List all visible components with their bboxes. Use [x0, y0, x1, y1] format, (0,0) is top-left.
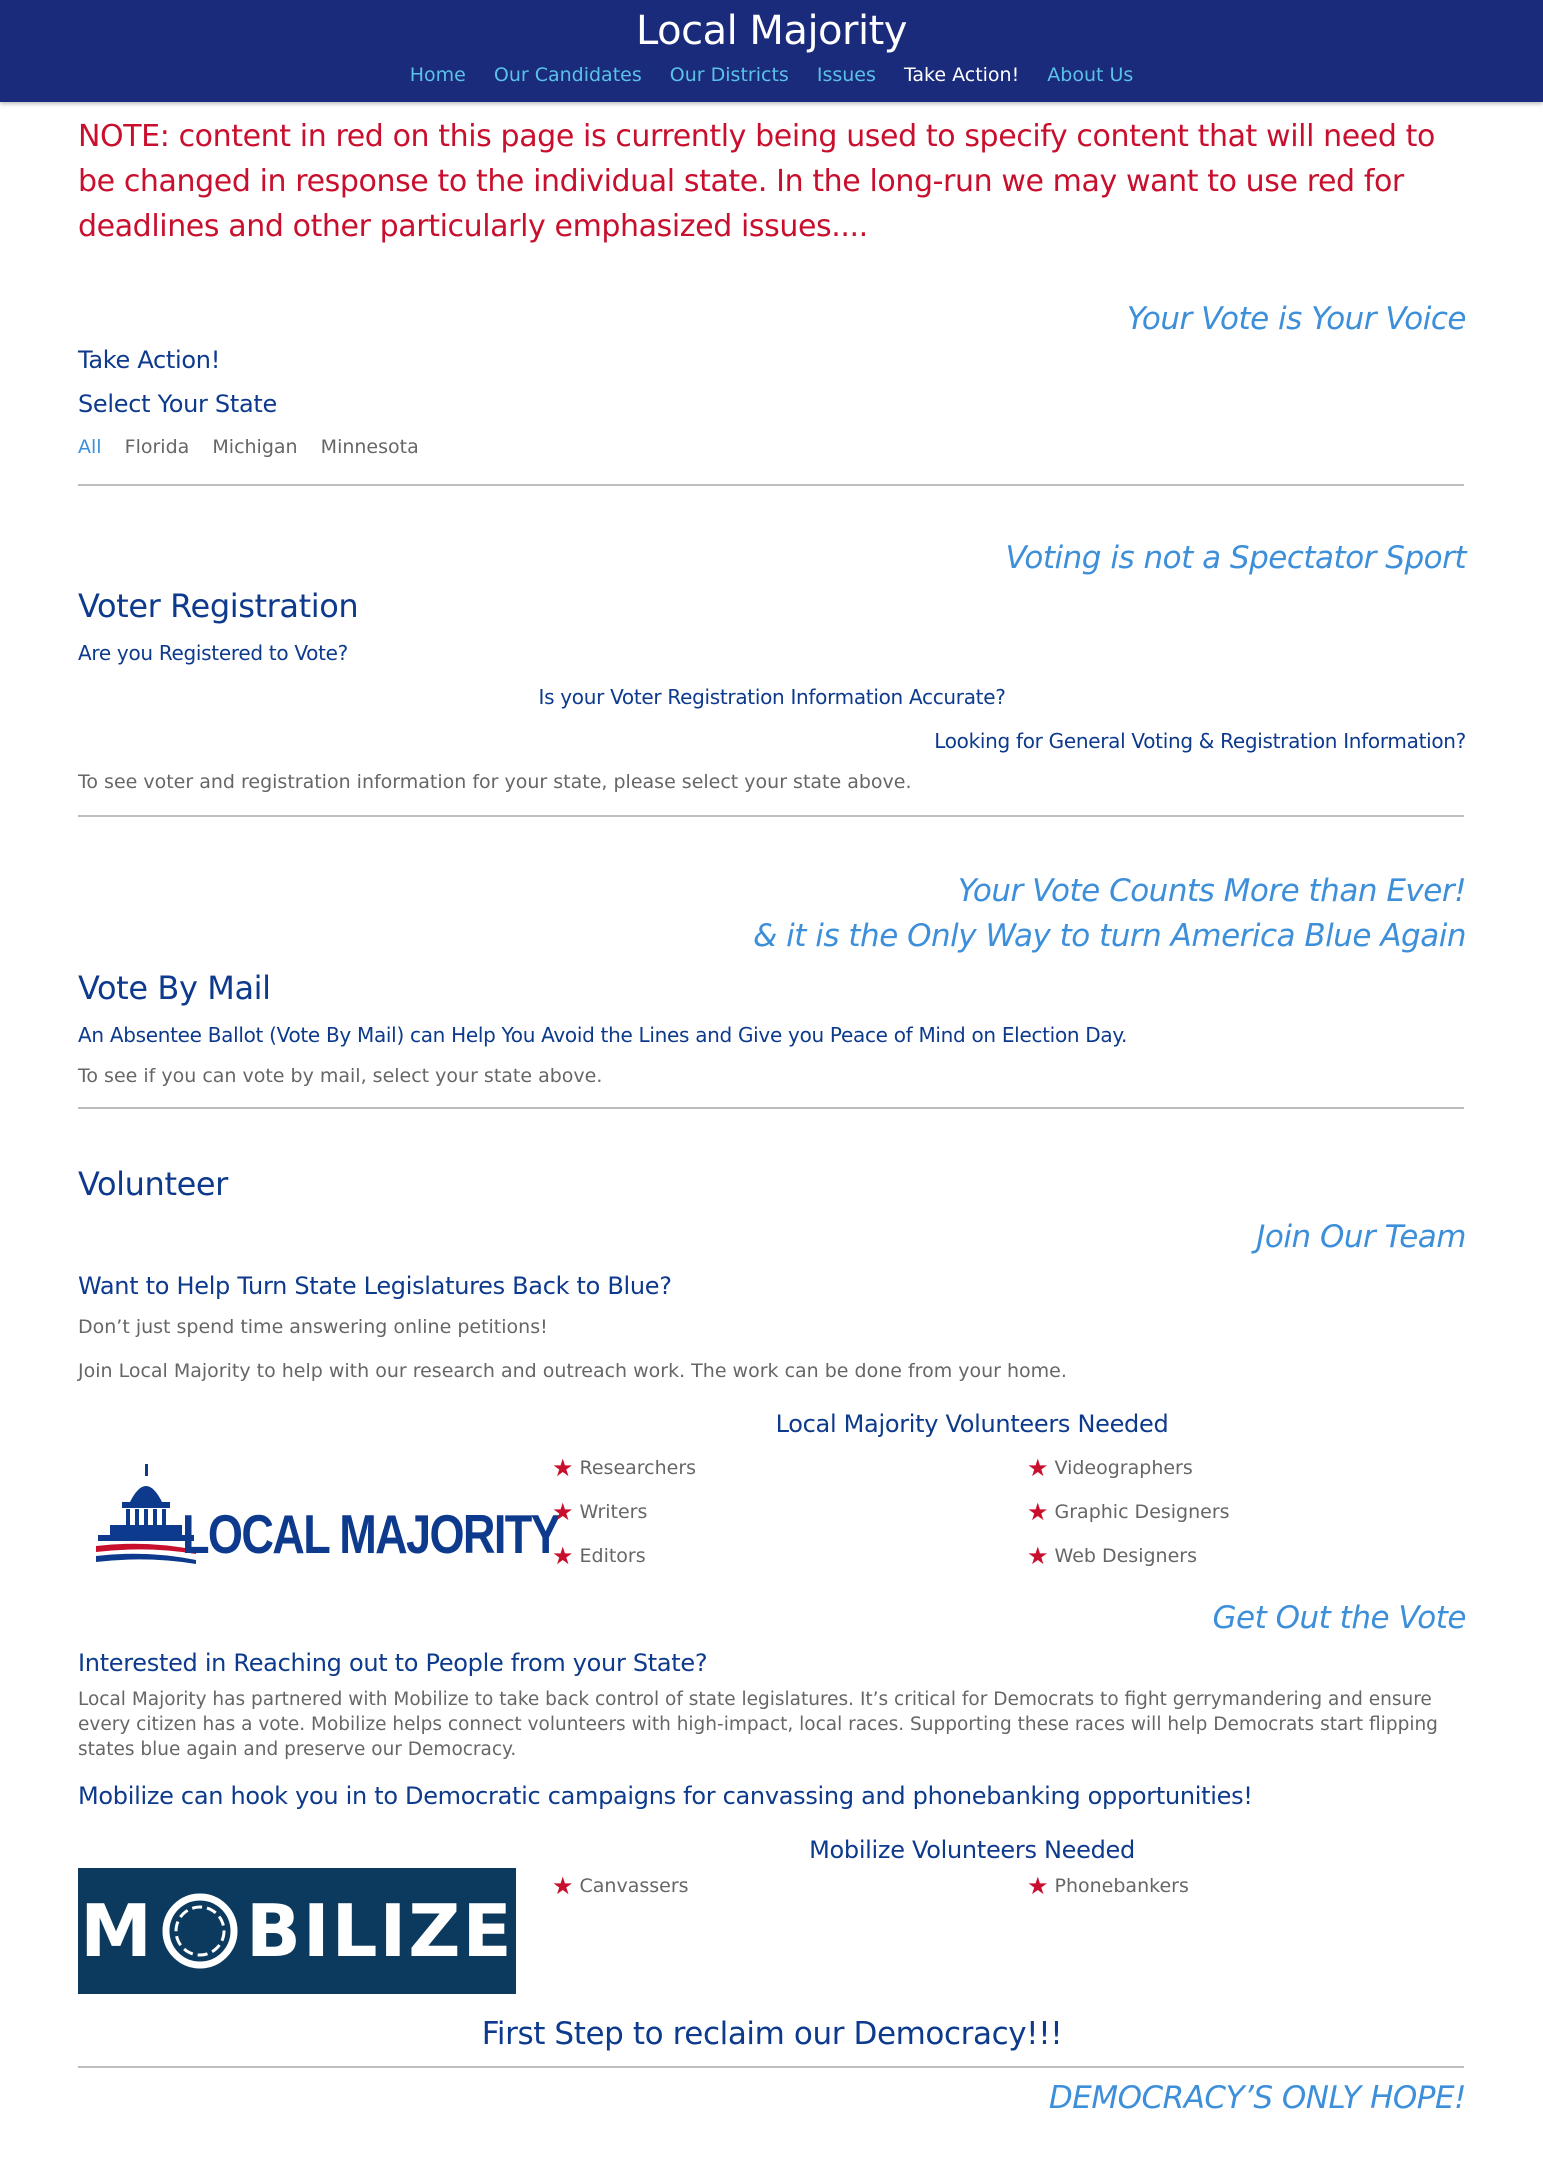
- tagline-join-team: Join Our Team: [1256, 1219, 1466, 1255]
- divider: [78, 2066, 1464, 2068]
- lm-volunteer-block: LOCAL MAJORITY Local Majority Volunteers…: [78, 1410, 1466, 1596]
- state-filter: All Florida Michigan Minnesota: [78, 436, 1466, 458]
- tagline-vote-counts: Your Vote Counts More than Ever!: [957, 873, 1467, 909]
- first-step-heading: First Step to reclaim our Democracy!!!: [481, 2016, 1063, 2052]
- nav-about-us[interactable]: About Us: [1047, 64, 1133, 86]
- volunteer-subheading: Want to Help Turn State Legislatures Bac…: [78, 1272, 672, 1300]
- mobilize-volunteers-needed-title: Mobilize Volunteers Needed: [809, 1836, 1135, 1864]
- join-text: Join Local Majority to help with our res…: [78, 1360, 1067, 1382]
- mobilize-logo: M BILIZE: [78, 1868, 516, 1994]
- star-icon: ★: [1027, 1498, 1049, 1526]
- divider: [78, 1107, 1464, 1109]
- state-filter-florida[interactable]: Florida: [125, 436, 190, 458]
- mobilize-volunteer-block: M BILIZE Mobilize Volunteers Needed ★ Can…: [78, 1836, 1466, 2006]
- capitol-dome-icon: [96, 1464, 196, 1564]
- red-note: NOTE: content in red on this page is cur…: [78, 119, 1435, 244]
- take-action-heading: Take Action!: [78, 346, 221, 374]
- nav-our-districts[interactable]: Our Districts: [670, 64, 789, 86]
- nav-our-candidates[interactable]: Our Candidates: [494, 64, 642, 86]
- nav-take-action[interactable]: Take Action!: [904, 64, 1019, 86]
- voter-registration-heading: Voter Registration: [78, 587, 359, 625]
- role-writers: ★ Writers: [552, 1500, 1027, 1524]
- vote-by-mail-heading: Vote By Mail: [78, 969, 271, 1007]
- mobilize-ring-icon: [162, 1893, 238, 1969]
- tagline-spectator-sport: Voting is not a Spectator Sport: [1005, 540, 1467, 576]
- role-graphic-designers: ★ Graphic Designers: [1027, 1500, 1502, 1524]
- role-researchers: ★ Researchers: [552, 1456, 1027, 1480]
- tagline-blue-again: & it is the Only Way to turn America Blu…: [753, 918, 1466, 954]
- role-label: Editors: [579, 1545, 646, 1567]
- mobilize-partner-text: Local Majority has partnered with Mobili…: [78, 1689, 1438, 1760]
- lm-volunteer-roles: ★ Researchers ★ Videographers ★ Writers ★ Gr…: [552, 1456, 1502, 1568]
- lm-volunteers-needed-title: Local Majority Volunteers Needed: [775, 1410, 1169, 1438]
- state-filter-michigan[interactable]: Michigan: [212, 436, 297, 458]
- role-canvassers: ★ Canvassers: [552, 1874, 1027, 1898]
- page-content: NOTE: content in red on this page is cur…: [78, 114, 1467, 2121]
- star-icon: ★: [552, 1454, 574, 1482]
- role-phonebankers: ★ Phonebankers: [1027, 1874, 1502, 1898]
- star-icon: ★: [552, 1872, 574, 1900]
- accurate-question[interactable]: Is your Voter Registration Information A…: [78, 685, 1466, 709]
- vote-by-mail-text: To see if you can vote by mail, select y…: [78, 1065, 603, 1087]
- mobilize-volunteer-roles: ★ Canvassers ★ Phonebankers: [552, 1874, 1502, 1898]
- divider: [78, 815, 1464, 817]
- volunteer-heading: Volunteer: [78, 1165, 228, 1203]
- role-label: Writers: [579, 1501, 648, 1523]
- divider: [78, 484, 1464, 486]
- site-title[interactable]: Local Majority: [0, 0, 1543, 56]
- registered-question[interactable]: Are you Registered to Vote?: [78, 641, 1466, 665]
- general-info-question[interactable]: Looking for General Voting & Registratio…: [78, 729, 1466, 753]
- state-filter-all[interactable]: All: [78, 436, 102, 458]
- star-icon: ★: [1027, 1872, 1049, 1900]
- star-icon: ★: [1027, 1454, 1049, 1482]
- role-label: Videographers: [1054, 1457, 1193, 1479]
- nav-home[interactable]: Home: [410, 64, 466, 86]
- tagline-democracy-hope: DEMOCRACY’S ONLY HOPE!: [1048, 2080, 1467, 2116]
- top-navbar: Local Majority Home Our Candidates Our D…: [0, 0, 1543, 102]
- role-web-designers: ★ Web Designers: [1027, 1544, 1502, 1568]
- tagline-your-vote: Your Vote is Your Voice: [1126, 301, 1467, 337]
- star-icon: ★: [552, 1498, 574, 1526]
- nav-issues[interactable]: Issues: [817, 64, 876, 86]
- reaching-out-subheading: Interested in Reaching out to People fro…: [78, 1649, 708, 1677]
- petitions-text: Don’t just spend time answering online p…: [78, 1316, 548, 1338]
- star-icon: ★: [552, 1542, 574, 1570]
- mobilize-logo-right: BILIZE: [245, 1889, 514, 1973]
- role-videographers: ★ Videographers: [1027, 1456, 1502, 1480]
- local-majority-logo-text: LOCAL MAJORITY: [182, 1503, 561, 1565]
- role-label: Canvassers: [579, 1875, 689, 1897]
- role-label: Web Designers: [1054, 1545, 1197, 1567]
- local-majority-logo: LOCAL MAJORITY: [96, 1462, 561, 1566]
- absentee-ballot-subheading: An Absentee Ballot (Vote By Mail) can He…: [78, 1023, 1128, 1047]
- role-label: Phonebankers: [1054, 1875, 1189, 1897]
- mobilize-logo-left: M: [80, 1889, 154, 1973]
- role-label: Researchers: [579, 1457, 697, 1479]
- role-editors: ★ Editors: [552, 1544, 1027, 1568]
- state-filter-minnesota[interactable]: Minnesota: [321, 436, 419, 458]
- registration-info-text: To see voter and registration informatio…: [78, 771, 912, 793]
- star-icon: ★: [1027, 1542, 1049, 1570]
- role-label: Graphic Designers: [1054, 1501, 1230, 1523]
- select-state-heading: Select Your State: [78, 390, 277, 418]
- main-nav: Home Our Candidates Our Districts Issues…: [0, 64, 1543, 86]
- mobilize-hook-line: Mobilize can hook you in to Democratic c…: [78, 1782, 1253, 1810]
- tagline-get-out-vote: Get Out the Vote: [1212, 1600, 1467, 1636]
